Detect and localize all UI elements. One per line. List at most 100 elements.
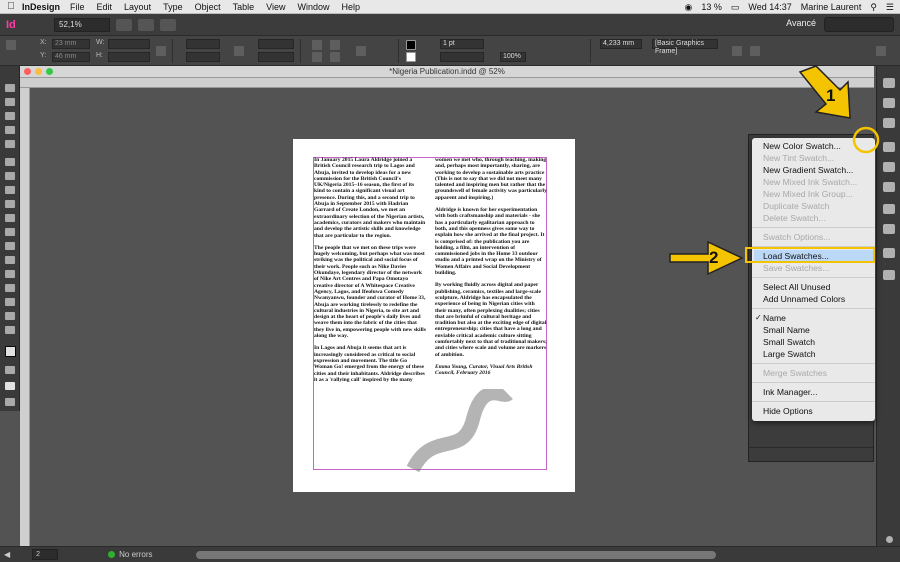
menu-merge-swatches[interactable]: Merge Swatches [763, 367, 871, 379]
menu-new-gradient-swatch[interactable]: New Gradient Swatch... [763, 164, 871, 176]
menu-new-mixed-ink-group[interactable]: New Mixed Ink Group... [763, 188, 871, 200]
stroke-panel-icon[interactable] [883, 142, 895, 152]
rotate-90-ccw-icon[interactable] [312, 52, 322, 62]
zoom-level-select[interactable]: 52,1% [54, 17, 110, 32]
scroll-icon[interactable] [886, 536, 893, 543]
clock[interactable]: Wed 14:37 [748, 2, 791, 12]
rectangle-frame-tool-icon[interactable] [5, 214, 15, 222]
auto-fit-icon[interactable] [750, 46, 760, 56]
menu-app-name[interactable]: InDesign [22, 2, 60, 12]
horizontal-scrollbar[interactable] [196, 551, 716, 559]
reference-point-icon[interactable] [6, 40, 16, 50]
stroke-weight-field[interactable]: 1 pt [440, 39, 484, 49]
stroke-type-select[interactable] [440, 52, 484, 62]
select-container-icon[interactable] [356, 46, 366, 56]
menu-add-unnamed-colors[interactable]: Add Unnamed Colors [763, 293, 871, 305]
width-field[interactable] [108, 39, 150, 49]
menu-file[interactable]: File [70, 2, 85, 12]
menu-view-small-swatch[interactable]: Small Swatch [763, 336, 871, 348]
fitting-icon[interactable] [732, 46, 742, 56]
menu-swatch-options[interactable]: Swatch Options... [763, 231, 871, 243]
menu-ink-manager[interactable]: Ink Manager... [763, 386, 871, 398]
flip-horizontal-icon[interactable] [330, 40, 340, 50]
first-page-icon[interactable]: ◀ [4, 550, 10, 559]
type-tool-icon[interactable] [5, 158, 15, 166]
swatches-panel-icon[interactable] [883, 162, 895, 172]
scale-x-field[interactable] [186, 39, 220, 49]
document-page[interactable]: In January 2015 Laura Aldridge joined a … [293, 139, 575, 492]
battery-icon[interactable]: ▭ [731, 2, 740, 13]
menu-new-mixed-ink-swatch[interactable]: New Mixed Ink Swatch... [763, 176, 871, 188]
menu-view[interactable]: View [266, 2, 285, 12]
constrain-proportions-icon[interactable] [156, 46, 166, 56]
page-tool-icon[interactable] [5, 112, 15, 120]
apply-color-icon[interactable] [5, 366, 15, 374]
gap-tool-icon[interactable] [5, 126, 15, 134]
layers-panel-icon[interactable] [883, 98, 895, 108]
rotation-field[interactable] [258, 39, 294, 49]
notification-icon[interactable]: ☰ [886, 2, 894, 13]
pages-panel-icon[interactable] [883, 78, 895, 88]
y-position-field[interactable]: 46 mm [52, 52, 90, 62]
pencil-tool-icon[interactable] [5, 200, 15, 208]
eyedropper-tool-icon[interactable] [5, 298, 15, 306]
flip-vertical-icon[interactable] [330, 52, 340, 62]
shear-field[interactable] [258, 52, 294, 62]
battery-percent[interactable]: 13 % [701, 2, 722, 12]
menu-duplicate-swatch[interactable]: Duplicate Swatch [763, 200, 871, 212]
gradient-panel-icon[interactable] [883, 224, 895, 234]
workspace-switcher[interactable]: Avancé [786, 18, 816, 28]
content-collector-icon[interactable] [5, 140, 15, 148]
fill-stroke-icon[interactable] [5, 346, 16, 357]
direct-selection-tool-icon[interactable] [5, 98, 15, 106]
preview-mode-icon[interactable] [5, 398, 15, 406]
wifi-icon[interactable]: ◉ [685, 2, 693, 13]
menu-view-name[interactable]: ✓ Name [755, 312, 871, 324]
screen-mode-icon[interactable] [138, 18, 154, 31]
menu-view-large-swatch[interactable]: Large Swatch [763, 348, 871, 360]
paragraph-styles-icon[interactable] [883, 248, 895, 258]
object-style-select[interactable]: [Basic Graphics Frame] [652, 39, 718, 55]
corner-size-field[interactable]: 4,233 mm [600, 39, 642, 49]
scale-y-field[interactable] [186, 52, 220, 62]
height-field[interactable] [108, 52, 150, 62]
adobe-stock-search[interactable] [824, 17, 894, 32]
line-tool-icon[interactable] [5, 172, 15, 180]
chain-icon[interactable] [234, 46, 244, 56]
menu-type[interactable]: Type [163, 2, 183, 12]
page-number-field[interactable]: 2 [32, 549, 59, 560]
vertical-ruler[interactable] [20, 88, 30, 546]
note-tool-icon[interactable] [5, 284, 15, 292]
menu-help[interactable]: Help [342, 2, 361, 12]
stroke-swatch[interactable] [406, 52, 416, 62]
preflight-errors[interactable]: No errors [119, 550, 152, 559]
rectangle-tool-icon[interactable] [5, 228, 15, 236]
document-tab[interactable]: *Nigeria Publication.indd @ 52% [20, 66, 874, 78]
user-name[interactable]: Marine Laurent [801, 2, 862, 12]
menu-delete-swatch[interactable]: Delete Swatch... [763, 212, 871, 224]
rotate-90-cw-icon[interactable] [312, 40, 322, 50]
menu-window[interactable]: Window [297, 2, 329, 12]
links-panel-icon[interactable] [883, 118, 895, 128]
horizontal-ruler[interactable] [20, 78, 874, 88]
menu-layout[interactable]: Layout [124, 2, 151, 12]
menu-save-swatches[interactable]: Save Swatches... [763, 262, 871, 274]
x-position-field[interactable]: 23 mm [52, 39, 90, 49]
zoom-tool-icon[interactable] [5, 326, 15, 334]
character-styles-icon[interactable] [883, 270, 895, 280]
opacity-field[interactable]: 100% [500, 52, 526, 62]
menu-object[interactable]: Object [195, 2, 221, 12]
color-panel-icon[interactable] [883, 182, 895, 192]
effects-panel-icon[interactable] [883, 204, 895, 214]
pen-tool-icon[interactable] [5, 186, 15, 194]
hand-tool-icon[interactable] [5, 312, 15, 320]
scissors-tool-icon[interactable] [5, 242, 15, 250]
menu-hide-options[interactable]: Hide Options [763, 405, 871, 417]
menu-new-color-swatch[interactable]: New Color Swatch... [763, 140, 871, 152]
free-transform-tool-icon[interactable] [5, 256, 15, 264]
menu-select-all-unused[interactable]: Select All Unused [763, 281, 871, 293]
selection-tool-icon[interactable] [5, 84, 15, 92]
fill-swatch[interactable] [406, 40, 416, 50]
view-options-icon[interactable] [116, 18, 132, 31]
menu-new-tint-swatch[interactable]: New Tint Swatch... [763, 152, 871, 164]
